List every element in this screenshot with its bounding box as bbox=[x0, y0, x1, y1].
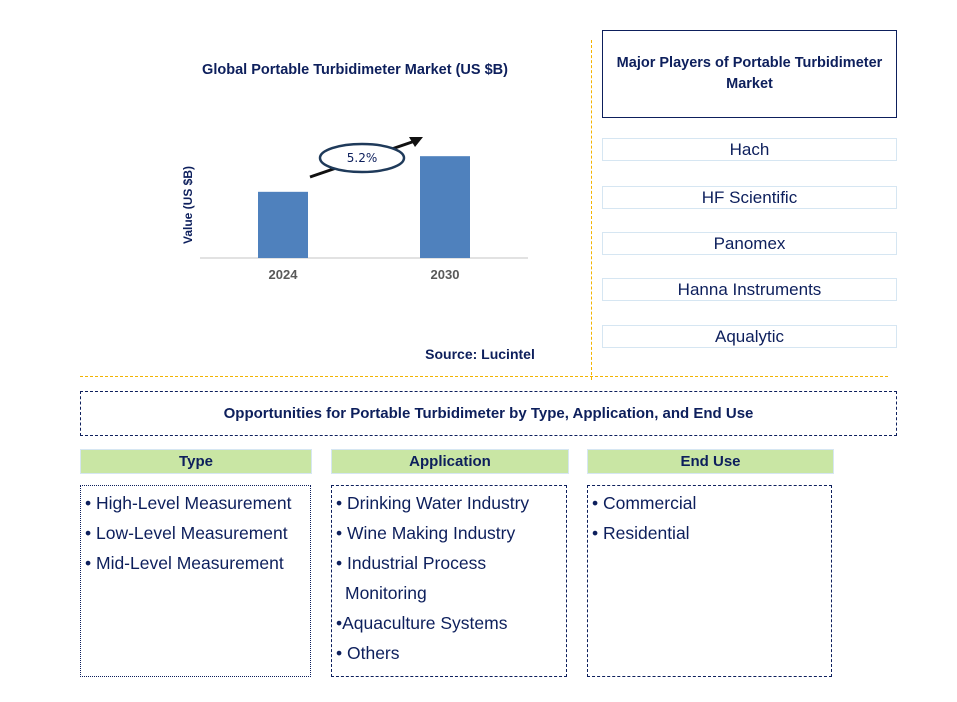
list-item: • Low-Level Measurement bbox=[85, 523, 288, 543]
opportunities-title: Opportunities for Portable Turbidimeter … bbox=[80, 391, 897, 436]
list-item: • Commercial bbox=[592, 493, 697, 513]
x-tick-label: 2030 bbox=[431, 267, 460, 282]
list-item: • Drinking Water Industry bbox=[336, 493, 530, 513]
list-item: • Others bbox=[336, 643, 400, 663]
end-use-header: End Use bbox=[587, 449, 834, 474]
player-item: Panomex bbox=[602, 232, 897, 255]
player-item: HF Scientific bbox=[602, 186, 897, 209]
chart-source: Source: Lucintel bbox=[425, 346, 535, 362]
bar-2030 bbox=[420, 156, 470, 258]
cagr-label: 5.2% bbox=[347, 151, 378, 165]
bar-2024 bbox=[258, 191, 308, 258]
type-header: Type bbox=[80, 449, 312, 474]
list-item: • Mid-Level Measurement bbox=[85, 553, 284, 573]
horizontal-divider bbox=[80, 376, 888, 377]
application-list: • Drinking Water Industry • Wine Making … bbox=[331, 485, 567, 677]
application-header: Application bbox=[331, 449, 569, 474]
player-item: Hach bbox=[602, 138, 897, 161]
players-title: Major Players of Portable Turbidimeter M… bbox=[602, 30, 897, 118]
bar-chart: Value (US $B) 2024 2030 5.2% bbox=[181, 137, 528, 282]
list-item: Monitoring bbox=[345, 583, 427, 603]
vertical-divider bbox=[591, 40, 592, 380]
list-item: • Wine Making Industry bbox=[336, 523, 516, 543]
y-axis-label: Value (US $B) bbox=[181, 166, 195, 244]
list-item: •Aquaculture Systems bbox=[336, 613, 508, 633]
player-item: Aqualytic bbox=[602, 325, 897, 348]
list-item: • High-Level Measurement bbox=[85, 493, 292, 513]
list-item: • Industrial Process bbox=[336, 553, 487, 573]
x-tick-label: 2024 bbox=[269, 267, 299, 282]
chart-title: Global Portable Turbidimeter Market (US … bbox=[202, 62, 508, 78]
type-list: • High-Level Measurement • Low-Level Mea… bbox=[80, 485, 311, 677]
list-item: • Residential bbox=[592, 523, 690, 543]
player-item: Hanna Instruments bbox=[602, 278, 897, 301]
end-use-list: • Commercial • Residential bbox=[587, 485, 832, 677]
